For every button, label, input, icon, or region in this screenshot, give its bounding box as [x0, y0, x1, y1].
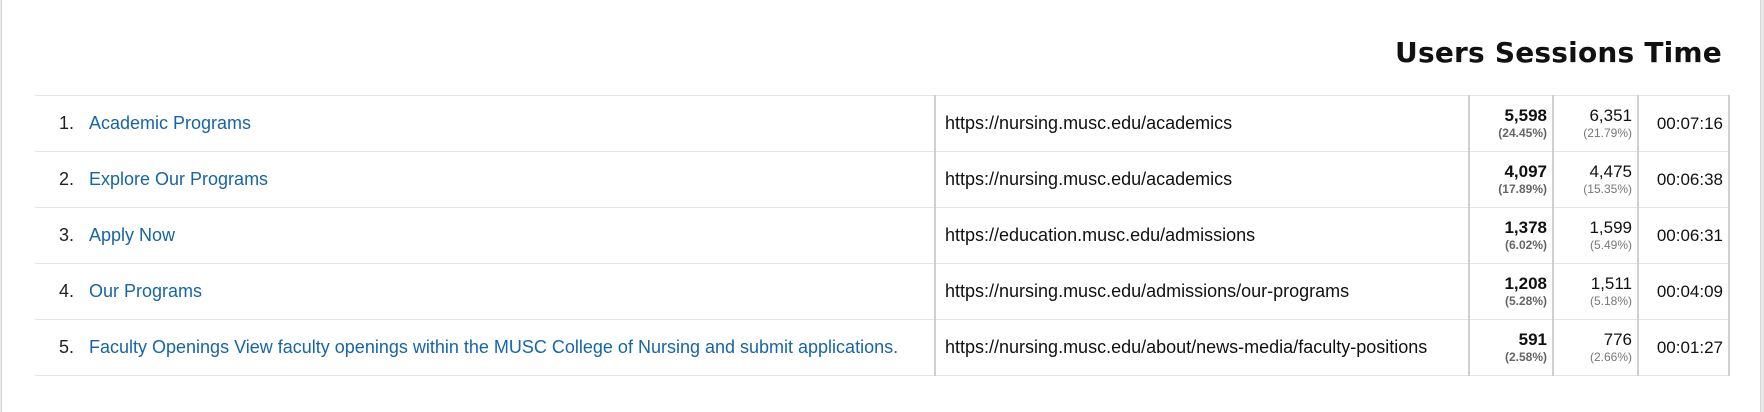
url-cell: https://nursing.musc.edu/academics: [934, 95, 1469, 152]
page-title-link[interactable]: Faculty Openings View faculty openings w…: [89, 337, 898, 358]
table-row: 4. Our Programs https://nursing.musc.edu…: [35, 263, 1730, 320]
users-cell: 5,598 (24.45%): [1468, 95, 1553, 152]
users-percent: (17.89%): [1498, 182, 1547, 197]
row-rank: 5.: [59, 337, 75, 357]
users-cell: 591 (2.58%): [1468, 319, 1553, 376]
row-rank: 3.: [59, 225, 75, 245]
page-title-link[interactable]: Our Programs: [89, 281, 202, 302]
users-percent: (2.58%): [1504, 350, 1547, 365]
time-value: 00:06:38: [1656, 169, 1723, 189]
users-value: 4,097: [1504, 162, 1547, 182]
users-cell: 1,378 (6.02%): [1468, 207, 1553, 264]
title-cell: 3. Apply Now: [35, 207, 935, 264]
users-cell: 1,208 (5.28%): [1468, 263, 1553, 320]
sessions-percent: (21.79%): [1583, 126, 1632, 141]
url-cell: https://nursing.musc.edu/academics: [934, 151, 1469, 208]
title-cell: 2. Explore Our Programs: [35, 151, 935, 208]
report-panel: Users Sessions Time 1. Academic Programs…: [1, 0, 1761, 412]
title-cell: 5. Faculty Openings View faculty opening…: [35, 319, 935, 376]
page-title-link[interactable]: Apply Now: [89, 225, 175, 246]
time-value: 00:07:16: [1656, 113, 1723, 133]
row-rank: 1.: [59, 113, 75, 133]
url-cell: https://nursing.musc.edu/admissions/our-…: [934, 263, 1469, 320]
time-value: 00:01:27: [1656, 337, 1723, 357]
page-title-link[interactable]: Explore Our Programs: [89, 169, 268, 190]
page-title-link[interactable]: Academic Programs: [89, 113, 251, 134]
table-row: 3. Apply Now https://education.musc.edu/…: [35, 207, 1730, 264]
page-url: https://nursing.musc.edu/academics: [945, 169, 1233, 189]
row-rank: 4.: [59, 281, 75, 301]
users-percent: (24.45%): [1498, 126, 1547, 141]
pages-table: 1. Academic Programs https://nursing.mus…: [35, 95, 1730, 376]
sessions-percent: (15.35%): [1583, 182, 1632, 197]
time-cell: 00:01:27: [1637, 319, 1730, 376]
page-url: https://nursing.musc.edu/about/news-medi…: [945, 337, 1428, 357]
page-url: https://nursing.musc.edu/admissions/our-…: [945, 281, 1350, 301]
users-percent: (5.28%): [1504, 294, 1547, 309]
time-cell: 00:04:09: [1637, 263, 1730, 320]
sessions-value: 776: [1603, 330, 1632, 350]
sessions-value: 1,511: [1590, 274, 1632, 294]
time-value: 00:04:09: [1656, 281, 1723, 301]
sessions-value: 6,351: [1589, 106, 1632, 126]
sessions-value: 4,475: [1589, 162, 1632, 182]
users-value: 591: [1518, 330, 1547, 350]
sessions-cell: 4,475 (15.35%): [1552, 151, 1638, 208]
url-cell: https://nursing.musc.edu/about/news-medi…: [934, 319, 1469, 376]
url-cell: https://education.musc.edu/admissions: [934, 207, 1469, 264]
table-row: 2. Explore Our Programs https://nursing.…: [35, 151, 1730, 208]
row-rank: 2.: [59, 169, 75, 189]
sessions-cell: 6,351 (21.79%): [1552, 95, 1638, 152]
column-headers-title: Users Sessions Time: [1395, 36, 1722, 69]
users-cell: 4,097 (17.89%): [1468, 151, 1553, 208]
sessions-percent: (5.49%): [1589, 238, 1632, 253]
sessions-percent: (2.66%): [1589, 350, 1632, 365]
time-cell: 00:06:38: [1637, 151, 1730, 208]
users-percent: (6.02%): [1504, 238, 1547, 253]
time-value: 00:06:31: [1656, 225, 1723, 245]
users-value: 5,598: [1504, 106, 1547, 126]
time-cell: 00:06:31: [1637, 207, 1730, 264]
table-row: 1. Academic Programs https://nursing.mus…: [35, 95, 1730, 152]
table-row: 5. Faculty Openings View faculty opening…: [35, 319, 1730, 376]
sessions-cell: 1,511 (5.18%): [1552, 263, 1638, 320]
page-url: https://education.musc.edu/admissions: [945, 225, 1256, 245]
users-value: 1,378: [1504, 218, 1547, 238]
sessions-value: 1,599: [1589, 218, 1632, 238]
time-cell: 00:07:16: [1637, 95, 1730, 152]
page-url: https://nursing.musc.edu/academics: [945, 113, 1233, 133]
sessions-cell: 776 (2.66%): [1552, 319, 1638, 376]
title-cell: 1. Academic Programs: [35, 95, 935, 152]
sessions-cell: 1,599 (5.49%): [1552, 207, 1638, 264]
users-value: 1,208: [1504, 274, 1547, 294]
title-cell: 4. Our Programs: [35, 263, 935, 320]
sessions-percent: (5.18%): [1589, 294, 1632, 309]
